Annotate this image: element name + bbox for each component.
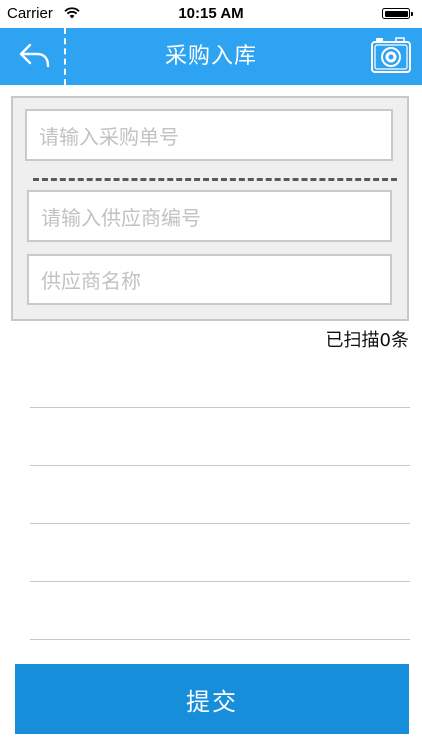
list-separator (30, 465, 410, 466)
navigation-bar: 采购入库 (0, 28, 422, 85)
status-bar: Carrier 10:15 AM (0, 0, 422, 28)
battery-icon (382, 8, 413, 19)
camera-button[interactable] (370, 36, 412, 76)
dashed-divider (33, 178, 397, 181)
list-separator (30, 639, 410, 640)
back-arrow-icon (19, 43, 50, 68)
supplier-number-input[interactable]: 请输入供应商编号 (27, 190, 392, 242)
list-separator (30, 581, 410, 582)
back-button[interactable] (0, 28, 66, 85)
camera-icon (371, 37, 411, 73)
status-time: 10:15 AM (178, 5, 244, 22)
supplier-number-placeholder: 请输入供应商编号 (41, 205, 201, 230)
list-separator (30, 523, 410, 524)
supplier-name-input[interactable]: 供应商名称 (27, 254, 392, 305)
scan-count-label: 已扫描0条 (325, 330, 409, 351)
submit-button[interactable]: 提交 (15, 664, 409, 734)
purchase-form-panel: 请输入采购单号 请输入供应商编号 供应商名称 (11, 96, 409, 321)
list-separator (30, 407, 410, 408)
order-number-placeholder: 请输入采购单号 (39, 124, 179, 149)
supplier-name-placeholder: 供应商名称 (41, 269, 141, 293)
order-number-input[interactable]: 请输入采购单号 (25, 109, 393, 161)
